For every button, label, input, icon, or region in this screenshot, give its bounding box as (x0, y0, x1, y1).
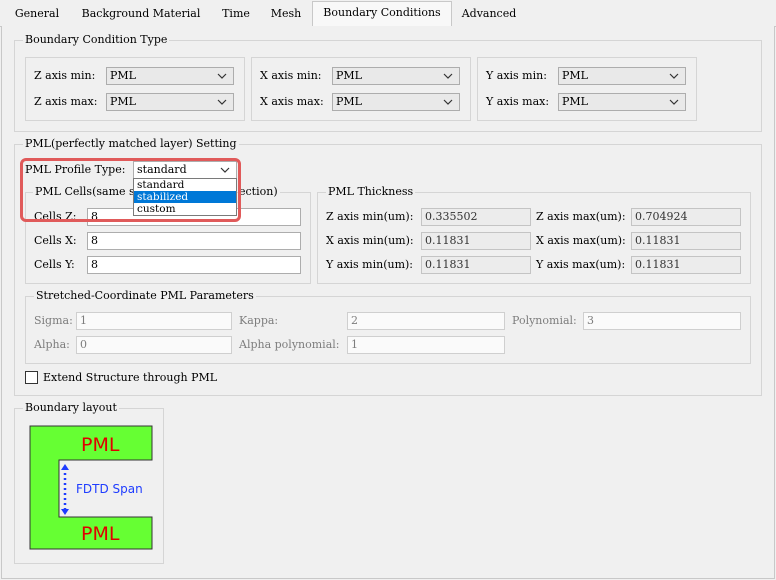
thickness-z-min-field: 0.335502 (421, 208, 531, 226)
thickness-y-max-label: Y axis max(um): (536, 258, 626, 271)
arrow-down-icon (61, 509, 69, 515)
cells-x-input[interactable]: 8 (87, 232, 301, 250)
pml-bottom-label: PML (81, 523, 120, 545)
thickness-x-max-field: 0.11831 (631, 232, 741, 250)
tab-background-material[interactable]: Background Material (74, 3, 208, 25)
x-max-value: PML (336, 95, 362, 108)
alpha-polynomial-input[interactable]: 1 (347, 336, 505, 354)
chevron-down-icon (669, 99, 679, 105)
y-min-label: Y axis min: (486, 69, 547, 82)
pml-cells-title-right: ection) (239, 184, 280, 200)
z-max-select[interactable]: PML (106, 93, 234, 111)
tab-boundary-conditions[interactable]: Boundary Conditions (312, 1, 452, 27)
x-min-label: X axis min: (260, 69, 322, 82)
y-min-value: PML (562, 69, 588, 82)
y-max-select[interactable]: PML (558, 93, 686, 111)
tab-general[interactable]: General (4, 3, 70, 25)
x-min-value: PML (336, 69, 362, 82)
thickness-y-min-label: Y axis min(um): (326, 258, 414, 271)
chevron-down-icon (669, 73, 679, 79)
fdtd-span-label: FDTD Span (76, 482, 143, 496)
group-title: PML(perfectly matched layer) Setting (23, 137, 239, 151)
sigma-label: Sigma: (34, 314, 73, 327)
x-max-label: X axis max: (260, 95, 324, 108)
kappa-label: Kappa: (239, 314, 279, 327)
kappa-input[interactable]: 2 (347, 312, 505, 330)
x-max-select[interactable]: PML (332, 93, 460, 111)
thickness-z-min-label: Z axis min(um): (326, 210, 414, 223)
x-min-select[interactable]: PML (332, 67, 460, 85)
cells-y-label: Cells Y: (34, 258, 75, 271)
z-max-value: PML (110, 95, 136, 108)
polynomial-input[interactable]: 3 (583, 312, 741, 330)
chevron-down-icon (217, 99, 227, 105)
tab-time[interactable]: Time (212, 3, 260, 25)
group-title: Stretched-Coordinate PML Parameters (34, 289, 256, 303)
thickness-x-min-label: X axis min(um): (326, 234, 414, 247)
z-min-label: Z axis min: (34, 69, 96, 82)
extend-structure-checkbox[interactable] (25, 371, 38, 384)
thickness-y-min-field: 0.11831 (421, 256, 531, 274)
pml-top-label: PML (81, 434, 120, 456)
chevron-down-icon (443, 99, 453, 105)
chevron-down-icon (443, 73, 453, 79)
polynomial-label: Polynomial: (512, 314, 577, 327)
alpha-label: Alpha: (34, 338, 70, 351)
cells-y-input[interactable]: 8 (87, 256, 301, 274)
annotation-highlight-box (20, 158, 241, 222)
thickness-z-max-field: 0.704924 (631, 208, 741, 226)
thickness-z-max-label: Z axis max(um): (536, 210, 626, 223)
tab-mesh[interactable]: Mesh (262, 3, 310, 25)
z-max-label: Z axis max: (34, 95, 98, 108)
y-max-label: Y axis max: (486, 95, 550, 108)
tab-bar: General Background Material Time Mesh Bo… (0, 0, 776, 27)
group-title: Boundary layout (23, 401, 119, 415)
group-title: PML Thickness (326, 185, 416, 199)
extend-structure-label: Extend Structure through PML (43, 371, 218, 384)
z-min-select[interactable]: PML (106, 67, 234, 85)
y-max-value: PML (562, 95, 588, 108)
thickness-x-max-label: X axis max(um): (536, 234, 626, 247)
sigma-input[interactable]: 1 (76, 312, 232, 330)
tab-advanced[interactable]: Advanced (453, 3, 525, 25)
alpha-polynomial-label: Alpha polynomial: (239, 338, 340, 351)
z-min-value: PML (110, 69, 136, 82)
cells-x-label: Cells X: (34, 234, 77, 247)
group-title: Boundary Condition Type (23, 33, 170, 47)
alpha-input[interactable]: 0 (76, 336, 232, 354)
y-min-select[interactable]: PML (558, 67, 686, 85)
chevron-down-icon (217, 73, 227, 79)
arrow-up-icon (61, 464, 69, 470)
thickness-x-min-field: 0.11831 (421, 232, 531, 250)
thickness-y-max-field: 0.11831 (631, 256, 741, 274)
